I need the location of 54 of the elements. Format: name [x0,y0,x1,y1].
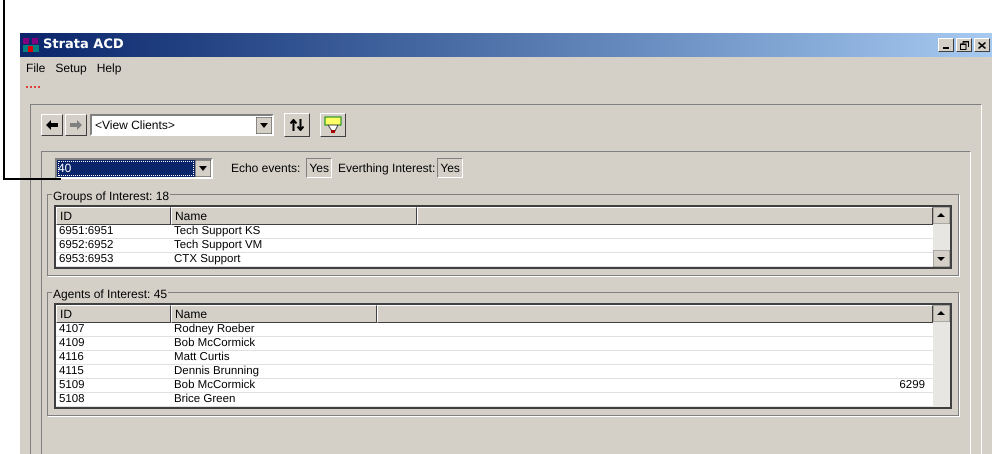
echo-events-value: Yes [306,158,332,178]
column-header[interactable]: Name [171,207,417,225]
table-cell-text: 4115 [58,365,85,378]
table-cell-text: 6953:6953 [58,253,114,266]
cti-logo-icon [324,116,342,134]
scrollbar[interactable] [933,305,950,407]
table-cell-text: Matt Curtis [173,351,231,364]
table-cell-text: Bob McCormick [173,337,256,350]
table-cell-text: Bob McCormick [173,379,256,392]
table-cell-text: Tech Support VM [173,239,264,252]
back-button[interactable] [41,114,63,136]
swap-button[interactable] [284,113,310,137]
menu-item[interactable]: File [26,59,46,77]
table-cell-text: Brice Green [173,393,236,406]
menu-item[interactable]: Setup [55,59,87,77]
column-header[interactable]: ID [56,207,171,225]
close-button[interactable] [974,38,990,52]
dropdown-arrow-icon [256,116,272,134]
table-cell-text: 4109 [58,337,86,350]
everything-interest-value: Yes [437,158,463,178]
scroll-down-icon [933,250,950,267]
forward-arrow-icon [70,120,82,130]
restore-button[interactable] [956,38,972,52]
table-cell-text: 4107 [58,323,86,336]
column-header[interactable]: Name [171,305,377,323]
window-title: Strata ACD [43,36,124,54]
table-cell-text: Dennis Brunning [173,365,260,378]
app-logo-icon [22,37,40,53]
table-cell-text: Tech Support KS [173,225,262,238]
table-cell-text: 6952:6952 [58,239,114,252]
cti-button[interactable] [320,113,346,137]
table-cell-text: 6951:6951 [58,225,114,238]
table-cell-text: CTX Support [173,253,242,266]
scrollbar[interactable] [933,207,950,267]
table-cell-text: 4116 [58,351,85,364]
menu-item[interactable]: Help [96,59,122,77]
table-cell-text: Rodney Roeber [173,323,256,336]
dotted-mark [26,86,40,88]
client-select[interactable]: 40 [55,158,213,178]
table-cell-text: 6299 [898,379,926,392]
column-header[interactable]: ID [56,305,171,323]
everything-interest-label: Everthing Interest: [338,160,436,177]
view-select[interactable]: <View Clients> [90,114,274,136]
close-icon [978,42,986,48]
back-arrow-icon [46,120,58,130]
restore-icon [960,40,968,50]
minimize-button[interactable] [938,38,954,52]
forward-button[interactable] [65,114,87,136]
table-cell-text: 5108 [58,393,86,406]
table-cell-text: 5109 [58,379,86,392]
echo-events-label: Echo events: [231,160,300,177]
minimize-icon [943,47,949,49]
dropdown-arrow-icon [195,160,211,176]
swap-arrows-icon [290,119,304,131]
